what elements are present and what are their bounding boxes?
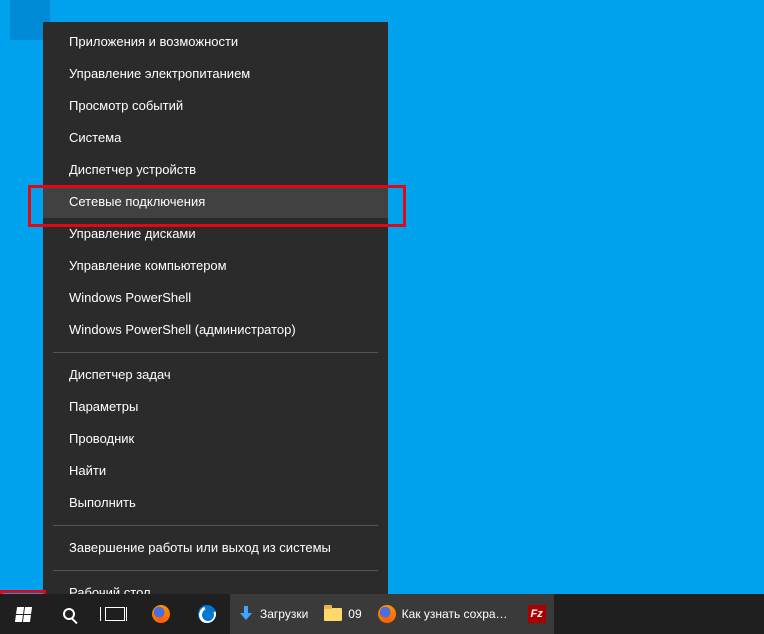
winx-item[interactable]: Windows PowerShell (администратор) bbox=[43, 314, 388, 346]
menu-separator bbox=[53, 525, 378, 526]
winx-item[interactable]: Выполнить bbox=[43, 487, 388, 519]
winx-item[interactable]: Система bbox=[43, 122, 388, 154]
winx-item[interactable]: Диспетчер устройств bbox=[43, 154, 388, 186]
search-button[interactable] bbox=[46, 594, 92, 634]
winx-item[interactable]: Завершение работы или выход из системы bbox=[43, 532, 388, 564]
winx-context-menu: Приложения и возможностиУправление элект… bbox=[43, 22, 388, 613]
winx-item[interactable]: Windows PowerShell bbox=[43, 282, 388, 314]
task-view-icon bbox=[105, 607, 125, 621]
edge-icon bbox=[198, 605, 216, 623]
task-view-button[interactable] bbox=[92, 594, 138, 634]
taskbar-app-label: Загрузки bbox=[260, 607, 308, 621]
winx-item[interactable]: Сетевые подключения bbox=[43, 186, 388, 218]
menu-separator bbox=[53, 570, 378, 571]
taskbar: Загрузки 09 Как узнать сохран... Fz bbox=[0, 594, 764, 634]
winx-item[interactable]: Управление компьютером bbox=[43, 250, 388, 282]
winx-item[interactable]: Управление дисками bbox=[43, 218, 388, 250]
folder-icon bbox=[324, 608, 342, 621]
edge-pinned[interactable] bbox=[184, 594, 230, 634]
winx-item[interactable]: Приложения и возможности bbox=[43, 26, 388, 58]
search-icon bbox=[63, 608, 75, 620]
winx-item[interactable]: Найти bbox=[43, 455, 388, 487]
dl-icon bbox=[238, 606, 254, 622]
winx-item[interactable]: Просмотр событий bbox=[43, 90, 388, 122]
start-button[interactable] bbox=[0, 594, 46, 634]
ff-icon bbox=[378, 605, 396, 623]
taskbar-app-label: Как узнать сохран... bbox=[402, 607, 512, 621]
fz-icon: Fz bbox=[528, 605, 546, 623]
taskbar-app[interactable]: Как узнать сохран... bbox=[370, 594, 520, 634]
taskbar-app[interactable]: Загрузки bbox=[230, 594, 316, 634]
winx-item[interactable]: Диспетчер задач bbox=[43, 359, 388, 391]
winx-item[interactable]: Параметры bbox=[43, 391, 388, 423]
winx-item[interactable]: Проводник bbox=[43, 423, 388, 455]
taskbar-app[interactable]: Fz bbox=[520, 594, 554, 634]
firefox-icon bbox=[152, 605, 170, 623]
taskbar-app-label: 09 bbox=[348, 607, 361, 621]
winx-item[interactable]: Управление электропитанием bbox=[43, 58, 388, 90]
windows-logo-icon bbox=[14, 607, 31, 622]
firefox-pinned[interactable] bbox=[138, 594, 184, 634]
menu-separator bbox=[53, 352, 378, 353]
taskbar-app[interactable]: 09 bbox=[316, 594, 369, 634]
